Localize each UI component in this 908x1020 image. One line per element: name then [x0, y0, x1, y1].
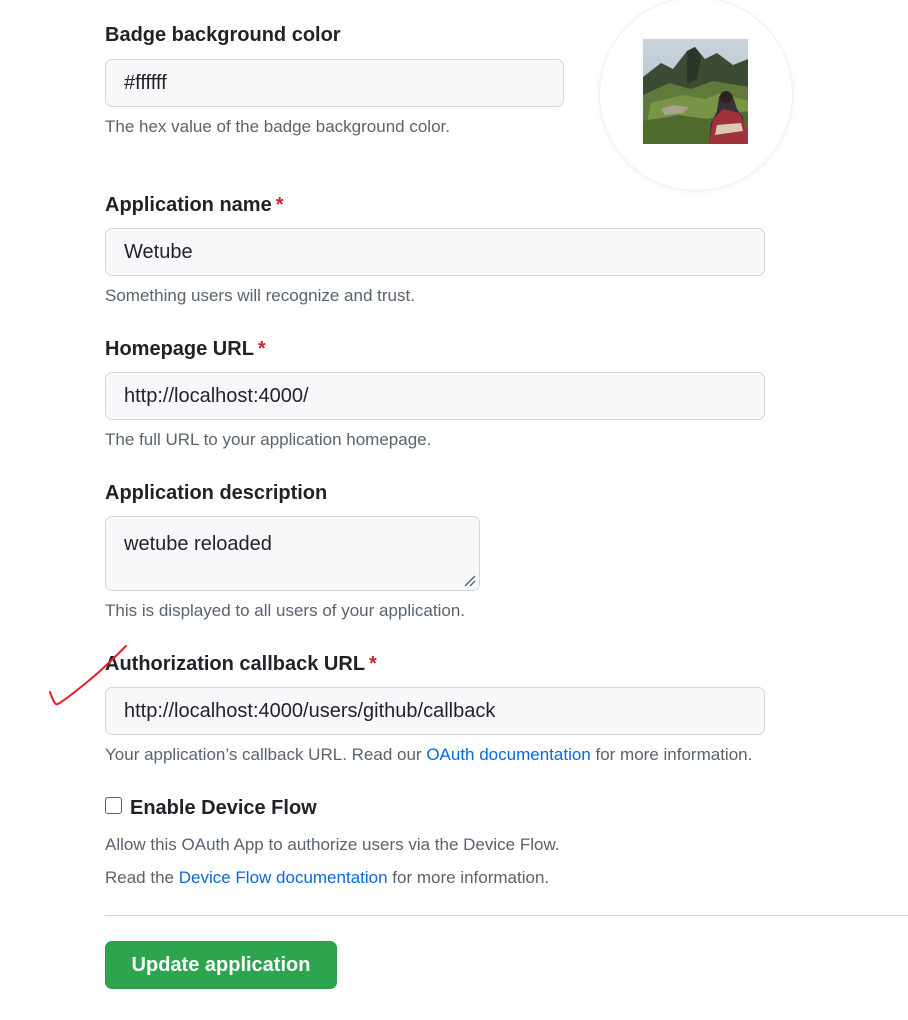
section-divider — [105, 915, 908, 916]
required-marker: * — [257, 338, 266, 360]
device-flow-note-line1: Allow this OAuth App to authorize users … — [105, 835, 560, 854]
badge-color-label: Badge background color — [105, 24, 341, 46]
badge-color-input[interactable]: #ffffff — [105, 59, 564, 107]
device-flow-documentation-link[interactable]: Device Flow documentation — [179, 868, 388, 887]
homepage-url-note: The full URL to your application homepag… — [105, 430, 432, 449]
badge-color-note: The hex value of the badge background co… — [105, 117, 450, 136]
callback-url-label: Authorization callback URL * — [105, 653, 377, 675]
resize-handle-icon[interactable] — [464, 575, 476, 587]
callback-url-input[interactable]: http://localhost:4000/users/github/callb… — [105, 687, 765, 735]
device-flow-checkbox[interactable] — [105, 797, 122, 814]
app-name-input[interactable]: Wetube — [105, 228, 765, 276]
app-description-textarea[interactable]: wetube reloaded — [105, 516, 480, 591]
app-name-label: Application name * — [105, 194, 284, 216]
app-name-note: Something users will recognize and trust… — [105, 286, 415, 305]
update-application-button[interactable]: Update application — [105, 941, 337, 989]
homepage-url-label: Homepage URL * — [105, 338, 266, 360]
app-logo-image[interactable] — [643, 39, 748, 144]
callback-url-note: Your application’s callback URL. Read ou… — [105, 745, 753, 764]
required-marker: * — [369, 653, 377, 675]
oauth-app-settings-page: Badge background color #ffffff The hex v… — [0, 0, 908, 1020]
app-description-note: This is displayed to all users of your a… — [105, 601, 466, 620]
homepage-url-input[interactable]: http://localhost:4000/ — [105, 372, 765, 420]
device-flow-label[interactable]: Enable Device Flow — [130, 796, 317, 820]
required-marker: * — [275, 194, 284, 216]
device-flow-note-line2: Read the Device Flow documentation for m… — [105, 868, 550, 887]
app-description-label: Application description — [105, 482, 328, 504]
checkmark-annotation-icon — [49, 645, 127, 706]
oauth-documentation-link[interactable]: OAuth documentation — [426, 745, 590, 764]
